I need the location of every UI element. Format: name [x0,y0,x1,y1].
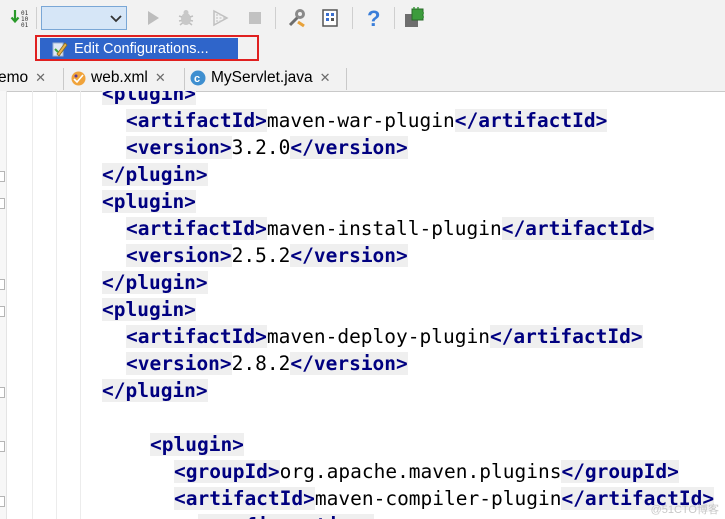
code-line: <plugin> [102,298,196,322]
tab-demo[interactable]: emo ✕ [0,65,60,91]
xml-tag: <plugin> [102,298,196,321]
xml-tag: <plugin> [150,433,244,456]
tab-label: web.xml [91,69,148,86]
xml-tag: </plugin> [102,379,208,402]
xml-tag: <artifactId> [126,325,267,348]
main-toolbar: 01 10 01 ? [0,0,725,38]
xml-file-icon [70,70,87,87]
code-line: <artifactId>maven-compiler-plugin</artif… [174,487,715,511]
tab-label: emo [0,69,29,86]
close-icon[interactable]: ✕ [35,70,46,86]
code-line: <artifactId>maven-install-plugin</artifa… [126,217,655,241]
xml-text: maven-install-plugin [266,217,502,240]
xml-tag: </version> [290,136,408,159]
xml-tag: <version> [126,244,232,267]
xml-tag: </plugin> [102,271,208,294]
tab-web-xml[interactable]: web.xml ✕ [70,65,184,91]
chevron-down-icon [109,10,123,29]
xml-tag: <plugin> [102,91,196,105]
xml-tag: </version> [290,244,408,267]
xml-tag: <groupId> [174,460,280,483]
code-line: <configuration> [198,514,375,519]
run-icon[interactable] [142,7,164,29]
xml-tag: </groupId> [561,460,679,483]
xml-tag: </artifactId> [454,109,608,132]
stop-icon[interactable] [244,7,266,29]
close-icon[interactable]: ✕ [155,70,166,86]
settings-icon[interactable] [286,7,308,29]
xml-tag: <artifactId> [126,217,267,240]
java-class-icon: c [190,70,206,86]
xml-text: org.apache.maven.plugins [279,460,562,483]
help-icon[interactable]: ? [363,7,385,29]
xml-tag: <version> [126,352,232,375]
coverage-icon[interactable] [210,7,232,29]
tab-myservlet-java[interactable]: c MyServlet.java ✕ [190,65,346,91]
run-configuration-select[interactable] [41,6,127,30]
code-editor[interactable]: <plugin> <artifactId>maven-war-plugin</ar… [0,91,725,519]
svg-text:?: ? [367,7,380,29]
tab-separator [184,68,185,90]
xml-text: 3.2.0 [231,136,291,159]
xml-tag: <plugin> [102,190,196,213]
code-line: <artifactId>maven-war-plugin</artifactId… [126,109,608,133]
svg-text:01: 01 [21,22,29,29]
close-icon[interactable]: ✕ [320,70,331,86]
toolbar-separator [36,7,37,29]
xml-text: maven-compiler-plugin [314,487,562,510]
xml-tag: </artifactId> [501,217,655,240]
code-line: </plugin> [102,163,208,187]
svg-text:c: c [194,73,200,85]
code-line: <plugin> [102,91,196,106]
xml-text: maven-deploy-plugin [266,325,490,348]
xml-tag: <configuration> [198,514,375,519]
xml-text: maven-war-plugin [266,109,455,132]
xml-tag: <artifactId> [174,487,315,510]
xml-tag: </artifactId> [489,325,643,348]
code-line: <version>2.8.2</version> [126,352,408,376]
code-line: <plugin> [102,190,196,214]
code-line: <version>2.5.2</version> [126,244,408,268]
xml-text: 2.5.2 [231,244,291,267]
toolbar-separator [352,7,353,29]
tab-separator [63,68,64,90]
toolbar-separator [394,7,395,29]
watermark: @51CTO博客 [650,504,719,516]
code-line: </plugin> [102,271,208,295]
code-line: </plugin> [102,379,208,403]
tab-label: MyServlet.java [211,69,313,86]
make-project-icon[interactable]: 01 10 01 [10,7,32,29]
code-line: <version>3.2.0</version> [126,136,408,160]
code-line: <plugin> [150,433,244,457]
project-structure-icon[interactable] [320,7,342,29]
code-line: <groupId>org.apache.maven.plugins</group… [174,460,679,484]
xml-text: 2.8.2 [231,352,291,375]
code-line: <artifactId>maven-deploy-plugin</artifac… [126,325,643,349]
plugin-icon[interactable] [403,7,425,29]
toolbar-separator [275,7,276,29]
annotation-highlight-box [35,35,259,61]
xml-tag: <artifactId> [126,109,267,132]
xml-tag: </plugin> [102,163,208,186]
xml-tag: <version> [126,136,232,159]
xml-tag: </version> [290,352,408,375]
tab-separator [346,68,347,90]
editor-tab-bar: emo ✕ web.xml ✕ c MyServlet.java ✕ [0,65,725,92]
debug-icon[interactable] [175,7,197,29]
